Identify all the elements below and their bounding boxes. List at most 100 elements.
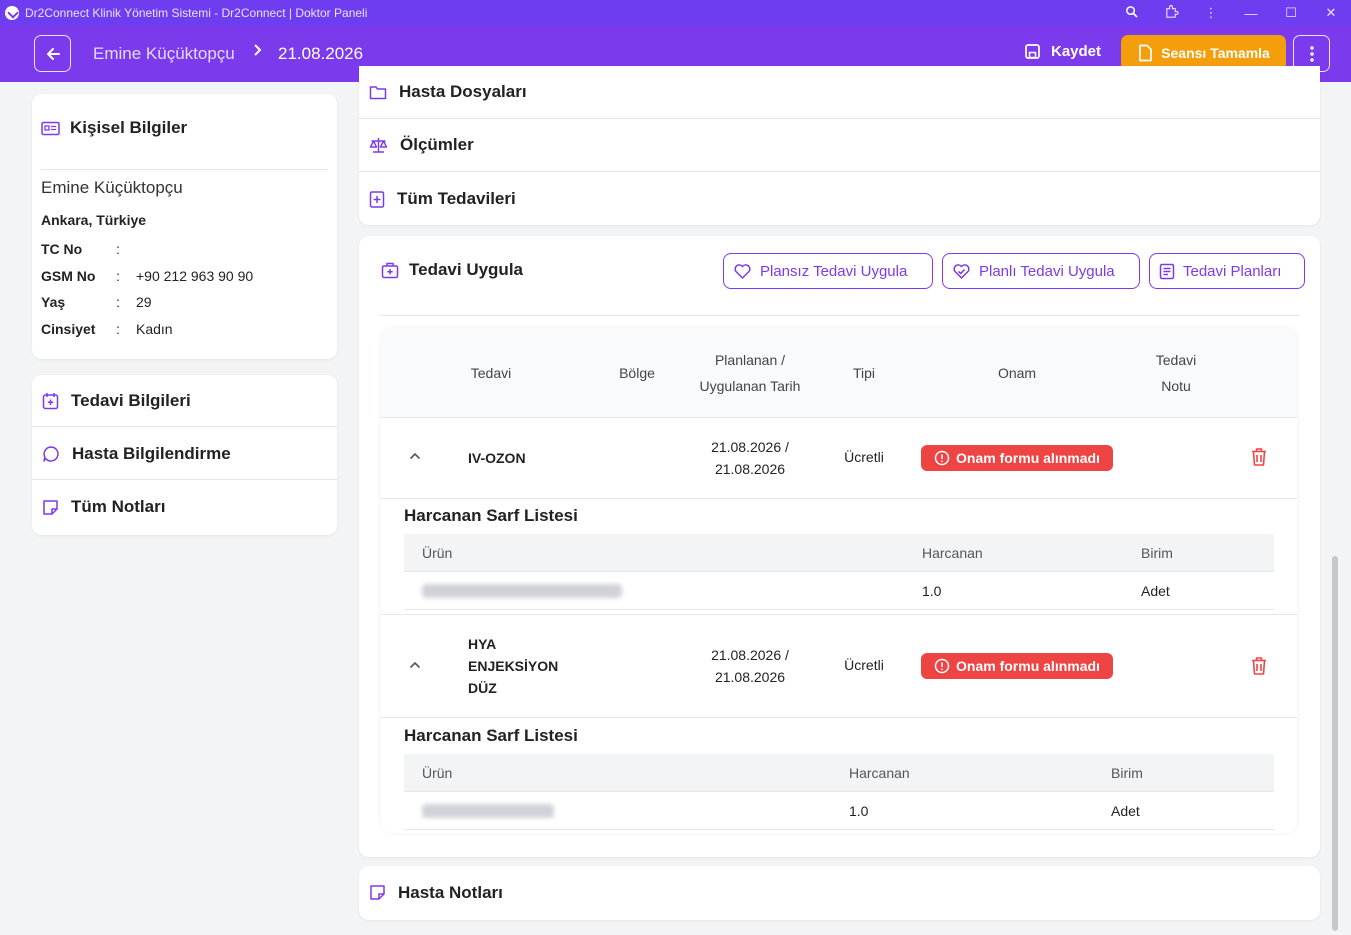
column-header-region: Bölge xyxy=(619,365,655,381)
alert-circle-icon xyxy=(934,450,950,466)
collapse-toggle[interactable] xyxy=(409,448,421,463)
delete-treatment-button[interactable] xyxy=(1250,656,1268,679)
back-button[interactable] xyxy=(34,35,71,72)
consumables-title: Harcanan Sarf Listesi xyxy=(404,726,578,745)
trash-icon xyxy=(1252,657,1266,675)
trash-icon xyxy=(1252,448,1266,466)
chevron-up-icon xyxy=(409,452,421,460)
nav-label: Tüm Notları xyxy=(71,497,166,516)
treatment-name-line: IV-OZON xyxy=(468,450,526,466)
nav-patient-informing[interactable]: Hasta Bilgilendirme xyxy=(32,428,337,480)
applied-date: 21.08.2026 xyxy=(714,461,786,477)
consumable-spent: 1.0 xyxy=(849,803,869,819)
complete-session-label: Seansı Tamamla xyxy=(1161,45,1270,61)
column-header-product: Ürün xyxy=(422,545,453,561)
column-header-consent: Onam xyxy=(997,365,1037,381)
column-header-type: Tipi xyxy=(852,365,876,381)
consent-status-label: Onam formu alınmadı xyxy=(956,658,1100,674)
unplanned-treatment-label: Plansız Tedavi Uygula xyxy=(760,262,908,280)
breadcrumb-patient[interactable]: Emine Küçüktopçu xyxy=(93,44,235,64)
section-label: Ölçümler xyxy=(400,135,474,154)
extensions-icon[interactable] xyxy=(1151,4,1191,22)
column-header-dates-line2: Uygulanan Tarih xyxy=(699,378,801,394)
apply-treatment-card: Tedavi Uygula Plansız Tedavi Uygula Plan… xyxy=(359,236,1320,857)
zoom-icon[interactable] xyxy=(1111,5,1151,21)
kebab-menu-icon xyxy=(1309,45,1314,62)
column-header-dates-line1: Planlanan / xyxy=(714,352,786,368)
column-header-dates: Planlanan / Uygulanan Tarih xyxy=(681,347,819,399)
divider xyxy=(379,315,1300,316)
apply-treatment-title: Tedavi Uygula xyxy=(381,260,523,280)
treatment-row: IV-OZON 21.08.2026 / 21.08.2026 Ücretli … xyxy=(381,418,1297,499)
planned-treatment-button[interactable]: Planlı Tedavi Uygula xyxy=(942,253,1140,289)
nav-label: Tedavi Bilgileri xyxy=(71,390,191,410)
patient-notes-card[interactable]: Hasta Notları xyxy=(359,866,1320,920)
nav-treatment-info[interactable]: Tedavi Bilgileri xyxy=(32,375,337,427)
section-measurements[interactable]: Ölçümler xyxy=(359,119,1320,172)
info-key: GSM No xyxy=(41,268,96,284)
medical-kit-icon xyxy=(381,262,399,279)
info-value: +90 212 963 90 90 xyxy=(136,268,254,284)
consent-status-label: Onam formu alınmadı xyxy=(956,450,1100,466)
maximize-icon[interactable]: ☐ xyxy=(1271,5,1311,21)
arrow-left-icon xyxy=(46,47,60,60)
treatment-type: Ücretli xyxy=(844,449,884,465)
info-value: 29 xyxy=(136,294,152,310)
heart-hand-icon xyxy=(734,263,751,279)
planned-treatment-label: Planlı Tedavi Uygula xyxy=(979,262,1115,280)
info-value: Kadın xyxy=(136,321,173,337)
treatment-dates: 21.08.2026 / 21.08.2026 xyxy=(691,644,809,688)
section-label: Hasta Dosyaları xyxy=(399,82,527,101)
consumables-title: Harcanan Sarf Listesi xyxy=(404,506,578,525)
sticky-note-icon xyxy=(369,884,386,901)
info-key: TC No xyxy=(41,241,83,257)
window-menu-icon[interactable]: ⋮ xyxy=(1191,5,1231,21)
consumables-table: Ürün Harcanan Birim 1.0 Adet xyxy=(404,754,1274,830)
delete-treatment-button[interactable] xyxy=(1250,447,1268,470)
consumable-unit: Adet xyxy=(1141,583,1170,599)
unplanned-treatment-button[interactable]: Plansız Tedavi Uygula xyxy=(723,253,933,289)
planned-date: 21.08.2026 / xyxy=(711,439,789,455)
treatment-plans-label: Tedavi Planları xyxy=(1183,262,1282,280)
nav-all-notes[interactable]: Tüm Notları xyxy=(32,481,337,533)
redacted-product-name xyxy=(422,584,622,598)
breadcrumb-date: 21.08.2026 xyxy=(278,44,364,63)
section-label: Hasta Notları xyxy=(398,882,503,902)
document-icon xyxy=(1139,44,1153,62)
info-row-tc: TC No: xyxy=(41,241,120,257)
treatment-plans-button[interactable]: Tedavi Planları xyxy=(1149,253,1305,289)
minimize-icon[interactable]: — xyxy=(1231,6,1271,21)
treatment-type: Ücretli xyxy=(844,657,884,673)
consumables-header: Ürün Harcanan Birim xyxy=(404,754,1274,792)
info-key: Yaş xyxy=(41,294,66,310)
patient-name: Emine Küçüktopçu xyxy=(41,178,183,197)
column-header-spent: Harcanan xyxy=(922,545,983,561)
close-icon[interactable]: ✕ xyxy=(1311,5,1351,21)
vertical-scrollbar[interactable] xyxy=(1332,556,1338,931)
save-label: Kaydet xyxy=(1051,43,1102,60)
treatment-table: Tedavi Bölge Planlanan / Uygulanan Tarih… xyxy=(381,328,1297,833)
info-key: Cinsiyet xyxy=(41,321,96,337)
left-nav-card: Tedavi Bilgileri Hasta Bilgilendirme Tüm… xyxy=(32,375,337,535)
scale-icon xyxy=(369,137,388,154)
table-header: Tedavi Bölge Planlanan / Uygulanan Tarih… xyxy=(381,328,1297,418)
id-card-icon xyxy=(41,121,60,136)
info-row-gender: Cinsiyet: Kadın xyxy=(41,321,173,337)
apply-treatment-label: Tedavi Uygula xyxy=(409,260,523,279)
treatment-name: IV-OZON xyxy=(468,447,526,469)
column-header-note-line2: Notu xyxy=(1161,378,1191,394)
save-button[interactable]: Kaydet xyxy=(1024,43,1101,60)
patient-location: Ankara, Türkiye xyxy=(41,212,147,228)
consent-status-badge[interactable]: Onam formu alınmadı xyxy=(921,445,1113,471)
section-patient-files[interactable]: Hasta Dosyaları xyxy=(359,66,1320,119)
section-all-treatments[interactable]: Tüm Tedavileri xyxy=(359,172,1320,225)
column-header-unit: Birim xyxy=(1111,765,1143,781)
section-patient-notes[interactable]: Hasta Notları xyxy=(359,866,1320,919)
treatment-name: HYA ENJEKSİYON DÜZ xyxy=(468,633,558,699)
chevron-up-icon xyxy=(409,661,421,669)
info-row-gsm: GSM No: +90 212 963 90 90 xyxy=(41,268,254,284)
treatment-dates: 21.08.2026 / 21.08.2026 xyxy=(691,436,809,480)
consent-status-badge[interactable]: Onam formu alınmadı xyxy=(921,653,1113,679)
section-label: Tüm Tedavileri xyxy=(397,188,516,208)
collapse-toggle[interactable] xyxy=(409,657,421,672)
